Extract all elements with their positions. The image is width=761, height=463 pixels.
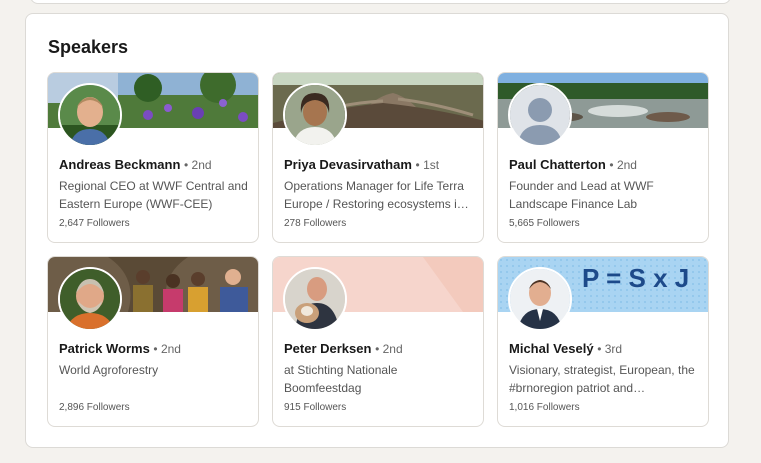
man-with-dog-avatar[interactable] (283, 267, 347, 331)
section-title: Speakers (48, 37, 129, 57)
speaker-headline: Visionary, strategist, European, the #br… (509, 363, 695, 395)
follower-count: 915 Followers (284, 402, 347, 413)
connection-degree: • 3rd (597, 342, 623, 356)
speaker-name[interactable]: Paul Chatterton (509, 157, 606, 172)
follower-count: 5,665 Followers (509, 218, 580, 229)
woman-photo-avatar[interactable] (283, 83, 347, 147)
speaker-card-priya-devasirvatham[interactable]: Priya Devasirvatham • 1st Operations Man… (272, 72, 484, 243)
connection-degree: • 2nd (153, 342, 181, 356)
speaker-card-andreas-beckmann[interactable]: Andreas Beckmann • 2nd Regional CEO at W… (47, 72, 259, 243)
man-suit-avatar[interactable] (508, 267, 572, 331)
speaker-card-patrick-worms[interactable]: Patrick Worms • 2nd World Agroforestry 2… (47, 256, 259, 427)
speaker-name[interactable]: Andreas Beckmann (59, 157, 180, 172)
speaker-headline: Operations Manager for Life Terra Europe… (284, 179, 469, 211)
connection-degree: • 2nd (375, 342, 403, 356)
speaker-card-paul-chatterton[interactable]: Paul Chatterton • 2nd Founder and Lead a… (497, 72, 709, 243)
speakers-section: Speakers Andreas Beckmann • 2nd Regional… (25, 13, 729, 448)
speaker-headline: Founder and Lead at WWF Landscape Financ… (509, 179, 654, 211)
equation-text: P = S x J (582, 263, 689, 293)
speaker-name[interactable]: Priya Devasirvatham (284, 157, 412, 172)
follower-count: 278 Followers (284, 218, 347, 229)
speaker-headline: at Stichting Nationale Boomfeestdag (284, 363, 398, 395)
man-photo-avatar[interactable] (58, 83, 122, 147)
follower-count: 2,896 Followers (59, 402, 130, 413)
default-person-avatar[interactable] (508, 83, 572, 147)
speaker-card-michal-vesely[interactable]: P = S x J Michal Veselý • 3rd Visionary,… (497, 256, 709, 427)
speaker-headline: Regional CEO at WWF Central and Eastern … (59, 179, 248, 211)
connection-degree: • 2nd (609, 158, 637, 172)
speaker-name[interactable]: Patrick Worms (59, 341, 150, 356)
speaker-headline: World Agroforestry (59, 363, 159, 377)
speaker-name[interactable]: Michal Veselý (509, 341, 594, 356)
follower-count: 2,647 Followers (59, 218, 130, 229)
speaker-card-peter-derksen[interactable]: Peter Derksen • 2nd at Stichting Nationa… (272, 256, 484, 427)
connection-degree: • 2nd (184, 158, 212, 172)
connection-degree: • 1st (415, 158, 440, 172)
previous-section-card (30, 0, 731, 4)
speaker-name[interactable]: Peter Derksen (284, 341, 371, 356)
bearded-man-avatar[interactable] (58, 267, 122, 331)
follower-count: 1,016 Followers (509, 402, 580, 413)
